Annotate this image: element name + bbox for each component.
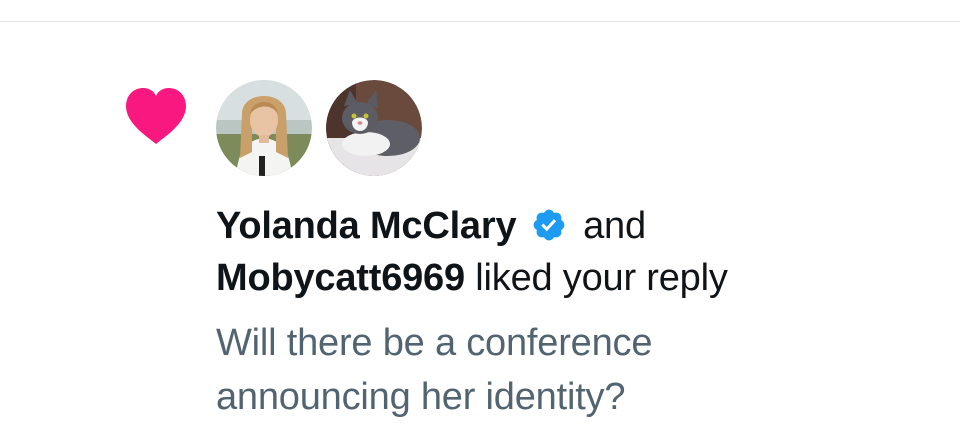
conjunction-text: and	[583, 205, 646, 247]
avatar-mobycatt6969[interactable]	[326, 80, 422, 176]
like-notification[interactable]: Yolanda McClary and Mobycatt6969 liked y…	[0, 22, 960, 448]
action-text: liked your reply	[475, 257, 728, 299]
avatar-yolanda-mcclary[interactable]	[216, 80, 312, 176]
reply-text[interactable]: Will there be a conference announcing he…	[216, 316, 916, 424]
heart-icon	[126, 88, 186, 144]
reply-text-line-1: Will there be a conference	[216, 322, 653, 364]
notifications-page: Yolanda McClary and Mobycatt6969 liked y…	[0, 0, 960, 448]
user-name-yolanda-mcclary[interactable]: Yolanda McClary	[216, 205, 517, 247]
liker-avatars	[216, 80, 422, 176]
verified-badge-icon	[533, 209, 565, 241]
user-name-mobycatt6969[interactable]: Mobycatt6969	[216, 257, 465, 299]
reply-text-line-2: announcing her identity?	[216, 376, 626, 418]
notification-message: Yolanda McClary and Mobycatt6969 liked y…	[216, 200, 916, 304]
